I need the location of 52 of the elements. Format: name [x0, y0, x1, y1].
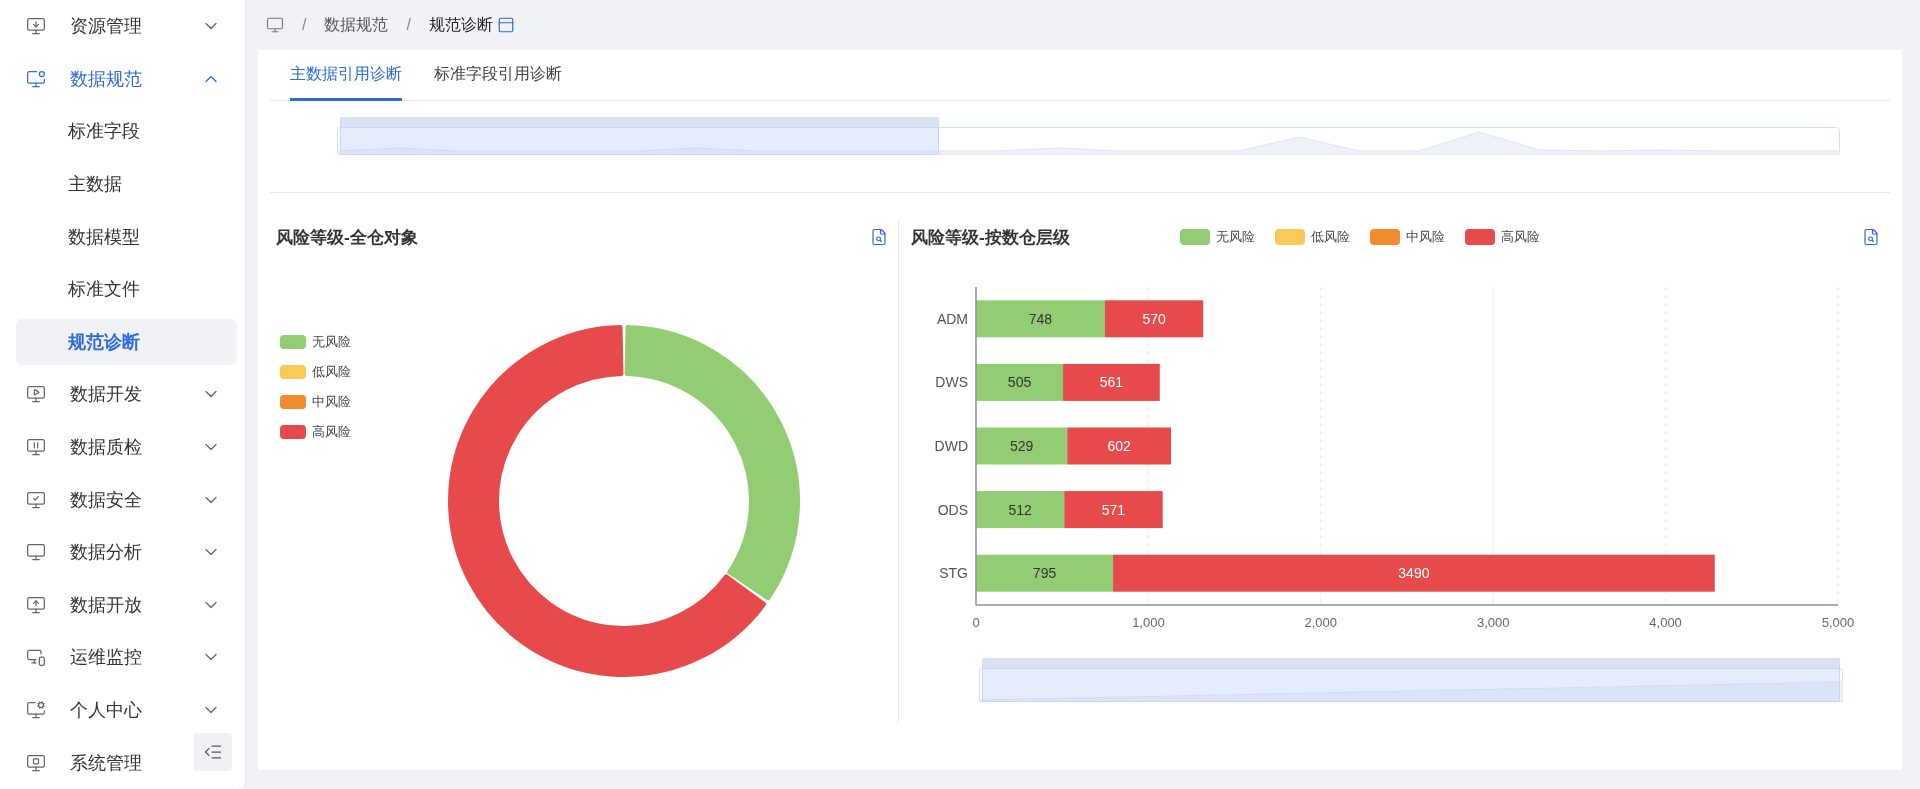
axis-category-label: STG: [939, 565, 968, 582]
axis-tick-label: 0: [972, 615, 980, 630]
axis-tick-label: 4,000: [1649, 615, 1682, 630]
tab[interactable]: 主数据引用诊断: [290, 50, 402, 101]
submenu-item[interactable]: 规范诊断: [16, 318, 237, 365]
legend-item[interactable]: 高风险: [1464, 228, 1540, 246]
submenu-item[interactable]: 数据模型: [16, 213, 237, 260]
bar-value-label: 505: [1007, 374, 1032, 391]
menu-item[interactable]: 数据开发: [0, 368, 245, 421]
menu-item[interactable]: 数据分析: [0, 525, 245, 579]
legend-item[interactable]: 低风险: [280, 363, 390, 381]
menu-item[interactable]: 数据质检: [0, 420, 245, 474]
submenu-item[interactable]: 主数据: [16, 161, 237, 208]
chart-title: 风险等级-按数仓层级: [911, 226, 1070, 249]
breadcrumb-separator: /: [406, 16, 411, 34]
legend-item[interactable]: 无风险: [1179, 228, 1255, 246]
axis-tick-label: 3,000: [1476, 615, 1510, 630]
menu-item[interactable]: 数据开放: [0, 578, 245, 632]
axis-tick-label: 1,000: [1132, 615, 1165, 630]
menu-item[interactable]: 个人中心: [0, 683, 245, 737]
legend-item[interactable]: 中风险: [280, 393, 390, 411]
axis-category-label: DWS: [935, 374, 968, 391]
menu-item[interactable]: 数据规范: [0, 52, 245, 106]
tab[interactable]: 标准字段引用诊断: [434, 50, 562, 101]
menu-item[interactable]: 资源管理: [0, 0, 245, 53]
axis-tick-label: 2,000: [1304, 615, 1338, 630]
chart-title: 风险等级-全仓对象: [276, 226, 418, 249]
menu-item[interactable]: 数据安全: [0, 473, 245, 526]
axis-category-label: DWD: [934, 438, 968, 454]
menu-item[interactable]: 系统管理: [0, 736, 245, 789]
legend-item[interactable]: 高风险: [280, 423, 390, 441]
breadcrumb-item[interactable]: 数据规范: [324, 14, 389, 36]
bar-value-label: 571: [1101, 501, 1126, 518]
breadcrumb-separator: /: [302, 16, 307, 34]
legend-item[interactable]: 无风险: [280, 333, 390, 351]
bar-value-label: 561: [1099, 374, 1124, 391]
bar-value-label: 512: [1008, 501, 1032, 518]
bar-value-label: 529: [1009, 438, 1034, 454]
bar-value-label: 602: [1107, 438, 1131, 454]
axis-category-label: ODS: [937, 501, 968, 518]
axis-category-label: ADM: [936, 310, 968, 327]
bar-value-label: 748: [1028, 310, 1053, 327]
breadcrumb-item: 规范诊断: [428, 14, 493, 35]
bar-value-label: 570: [1142, 310, 1166, 327]
axis-tick-label: 5,000: [1821, 615, 1855, 630]
submenu-item[interactable]: 标准文件: [16, 266, 237, 313]
legend-item[interactable]: 中风险: [1369, 228, 1445, 246]
bar-value-label: 795: [1032, 565, 1057, 582]
legend-item[interactable]: 低风险: [1274, 228, 1350, 246]
submenu-item[interactable]: 标准字段: [16, 108, 237, 155]
menu-item[interactable]: 运维监控: [0, 631, 245, 684]
bar-value-label: 3490: [1398, 565, 1430, 582]
